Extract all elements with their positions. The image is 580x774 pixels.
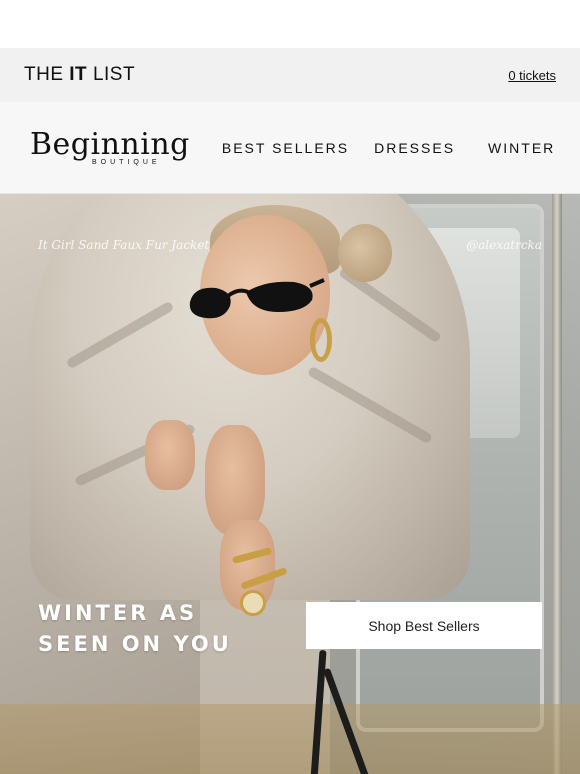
sunglasses-icon [189, 278, 325, 319]
it-list-title-bold: IT [69, 64, 88, 85]
nav-bar: Beginning BOUTIQUE BEST SELLERS DRESSES … [0, 102, 580, 194]
brand-logo-sub: BOUTIQUE [92, 158, 161, 166]
tickets-link[interactable]: 0 tickets [508, 68, 556, 83]
it-list-title: THE IT LIST [24, 64, 135, 86]
it-list-bar: THE IT LIST 0 tickets [0, 48, 580, 102]
gold-hoop-earring [310, 318, 332, 362]
train-pole [552, 194, 562, 774]
nav-item-dresses[interactable]: DRESSES [374, 140, 455, 156]
hero-product-caption: It Girl Sand Faux Fur Jacket [38, 238, 210, 252]
hero-headline-line1: WINTER AS [38, 601, 198, 625]
top-spacer [0, 0, 580, 48]
shop-best-sellers-button[interactable]: Shop Best Sellers [306, 602, 542, 649]
it-list-title-suffix: LIST [92, 64, 136, 85]
it-list-title-prefix: THE [24, 64, 64, 85]
nav-item-best-sellers[interactable]: BEST SELLERS [222, 140, 349, 156]
hair-bun [338, 224, 392, 282]
brand-logo-word: Beginning [30, 126, 190, 162]
nav-links: BEST SELLERS DRESSES WINTER [222, 140, 555, 156]
hero-handle-caption: @alexatrcka [466, 238, 542, 252]
watch-icon [240, 590, 266, 616]
right-hand [205, 425, 265, 535]
hero-headline: WINTER AS SEEN ON YOU [38, 598, 232, 660]
train-floor [0, 704, 580, 774]
left-hand [145, 420, 195, 490]
hero-image[interactable]: It Girl Sand Faux Fur Jacket @alexatrcka… [0, 194, 580, 774]
nav-item-winter[interactable]: WINTER [488, 140, 555, 156]
hero-headline-line2: SEEN ON YOU [38, 632, 232, 656]
brand-logo[interactable]: Beginning BOUTIQUE [30, 126, 190, 166]
